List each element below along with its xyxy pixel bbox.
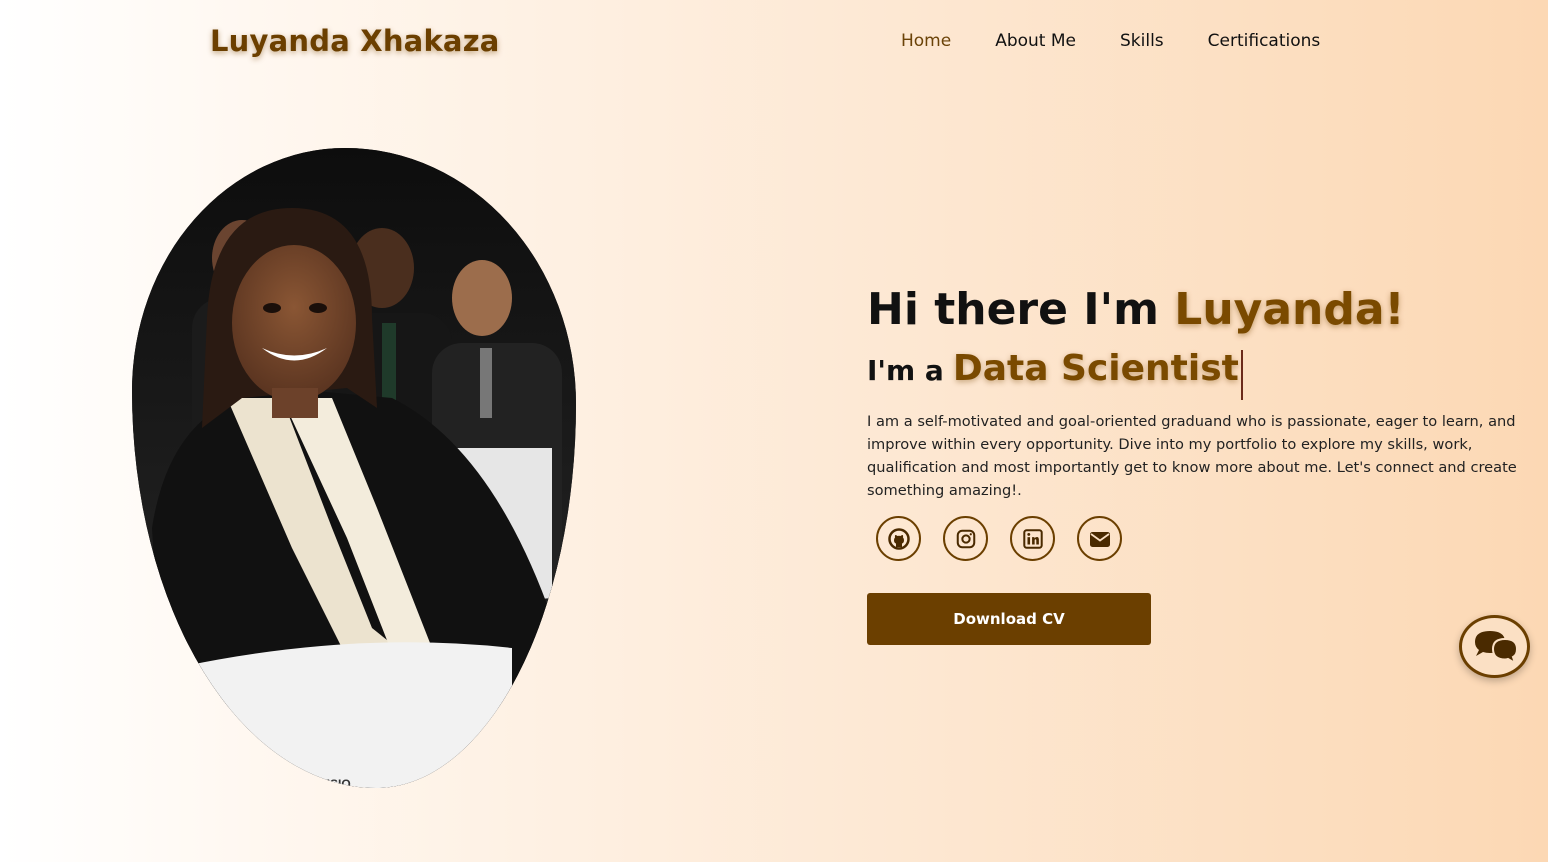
hero-greeting: Hi there I'm: [867, 284, 1175, 335]
social-links: [876, 516, 1122, 561]
main-nav: Home About Me Skills Certifications: [901, 31, 1364, 51]
instagram-link[interactable]: [943, 516, 988, 561]
nav-home[interactable]: Home: [901, 31, 951, 51]
github-link[interactable]: [876, 516, 921, 561]
photo-caption: ENVISIO: [302, 777, 351, 788]
nav-about-me[interactable]: About Me: [995, 31, 1076, 51]
hero-bio: I am a self-motivated and goal-oriented …: [867, 413, 1517, 499]
instagram-icon: [956, 529, 975, 548]
github-icon: [887, 527, 910, 550]
hero-role-prefix: I'm a: [867, 354, 944, 387]
linkedin-icon: [1022, 528, 1043, 549]
email-icon: [1089, 531, 1110, 547]
linkedin-link[interactable]: [1010, 516, 1055, 561]
hero-heading: Hi there I'm Luyanda!: [867, 284, 1405, 335]
chat-bubbles-icon: [1474, 630, 1518, 665]
hero-name: Luyanda!: [1174, 284, 1405, 335]
chat-button[interactable]: [1459, 615, 1530, 678]
typing-cursor: [1240, 350, 1243, 400]
download-cv-button[interactable]: Download CV: [867, 593, 1151, 645]
nav-skills[interactable]: Skills: [1120, 31, 1164, 51]
profile-photo: ENVISIO: [132, 148, 576, 788]
site-logo[interactable]: Luyanda Xhakaza: [210, 24, 500, 58]
hero-role: Data Scientist: [952, 348, 1239, 389]
email-link[interactable]: [1077, 516, 1122, 561]
hero-role-line: I'm a Data Scientist: [867, 348, 1243, 400]
nav-certifications[interactable]: Certifications: [1208, 31, 1321, 51]
